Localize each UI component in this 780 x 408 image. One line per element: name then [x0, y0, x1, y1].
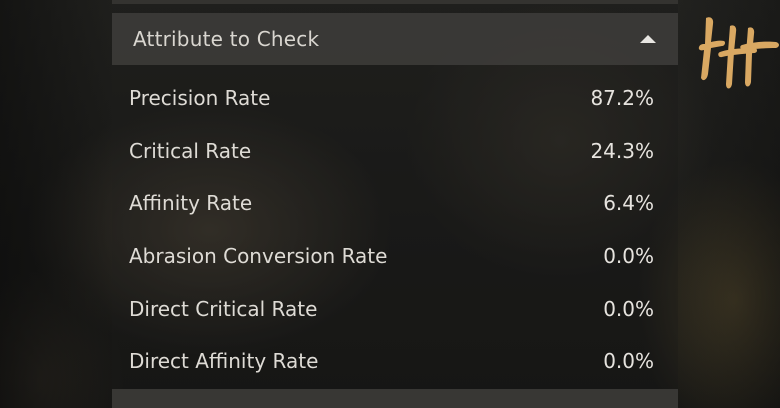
- section-title: Attribute to Check: [133, 27, 320, 51]
- attribute-value: 0.0%: [603, 349, 654, 374]
- attribute-name: Precision Rate: [129, 86, 271, 111]
- attribute-value: 0.0%: [603, 244, 654, 269]
- attribute-row-affinity-rate: Affinity Rate 6.4%: [112, 177, 678, 230]
- attribute-value: 87.2%: [590, 86, 654, 111]
- attribute-section-header[interactable]: Attribute to Check: [112, 13, 678, 65]
- attribute-name: Critical Rate: [129, 138, 252, 163]
- attribute-row-critical-rate: Critical Rate 24.3%: [112, 125, 678, 178]
- attribute-name: Abrasion Conversion Rate: [129, 244, 388, 269]
- attribute-row-abrasion-conversion-rate: Abrasion Conversion Rate 0.0%: [112, 230, 678, 283]
- attribute-name: Direct Affinity Rate: [129, 349, 319, 374]
- previous-section-edge: [112, 0, 678, 4]
- attribute-value: 0.0%: [603, 296, 654, 321]
- next-section-header[interactable]: [112, 389, 678, 408]
- attribute-row-direct-critical-rate: Direct Critical Rate 0.0%: [112, 282, 678, 335]
- collapse-caret-icon[interactable]: [640, 35, 656, 43]
- background-shade-left: [0, 0, 112, 408]
- attribute-value: 6.4%: [603, 191, 654, 216]
- brush-stroke-logo-icon: [698, 17, 779, 89]
- attribute-row-precision-rate: Precision Rate 87.2%: [112, 72, 678, 125]
- attribute-name: Direct Critical Rate: [129, 296, 318, 321]
- attribute-name: Affinity Rate: [129, 191, 253, 216]
- attribute-value: 24.3%: [590, 138, 654, 163]
- attribute-list: Precision Rate 87.2% Critical Rate 24.3%…: [112, 72, 678, 388]
- attribute-row-direct-affinity-rate: Direct Affinity Rate 0.0%: [112, 335, 678, 388]
